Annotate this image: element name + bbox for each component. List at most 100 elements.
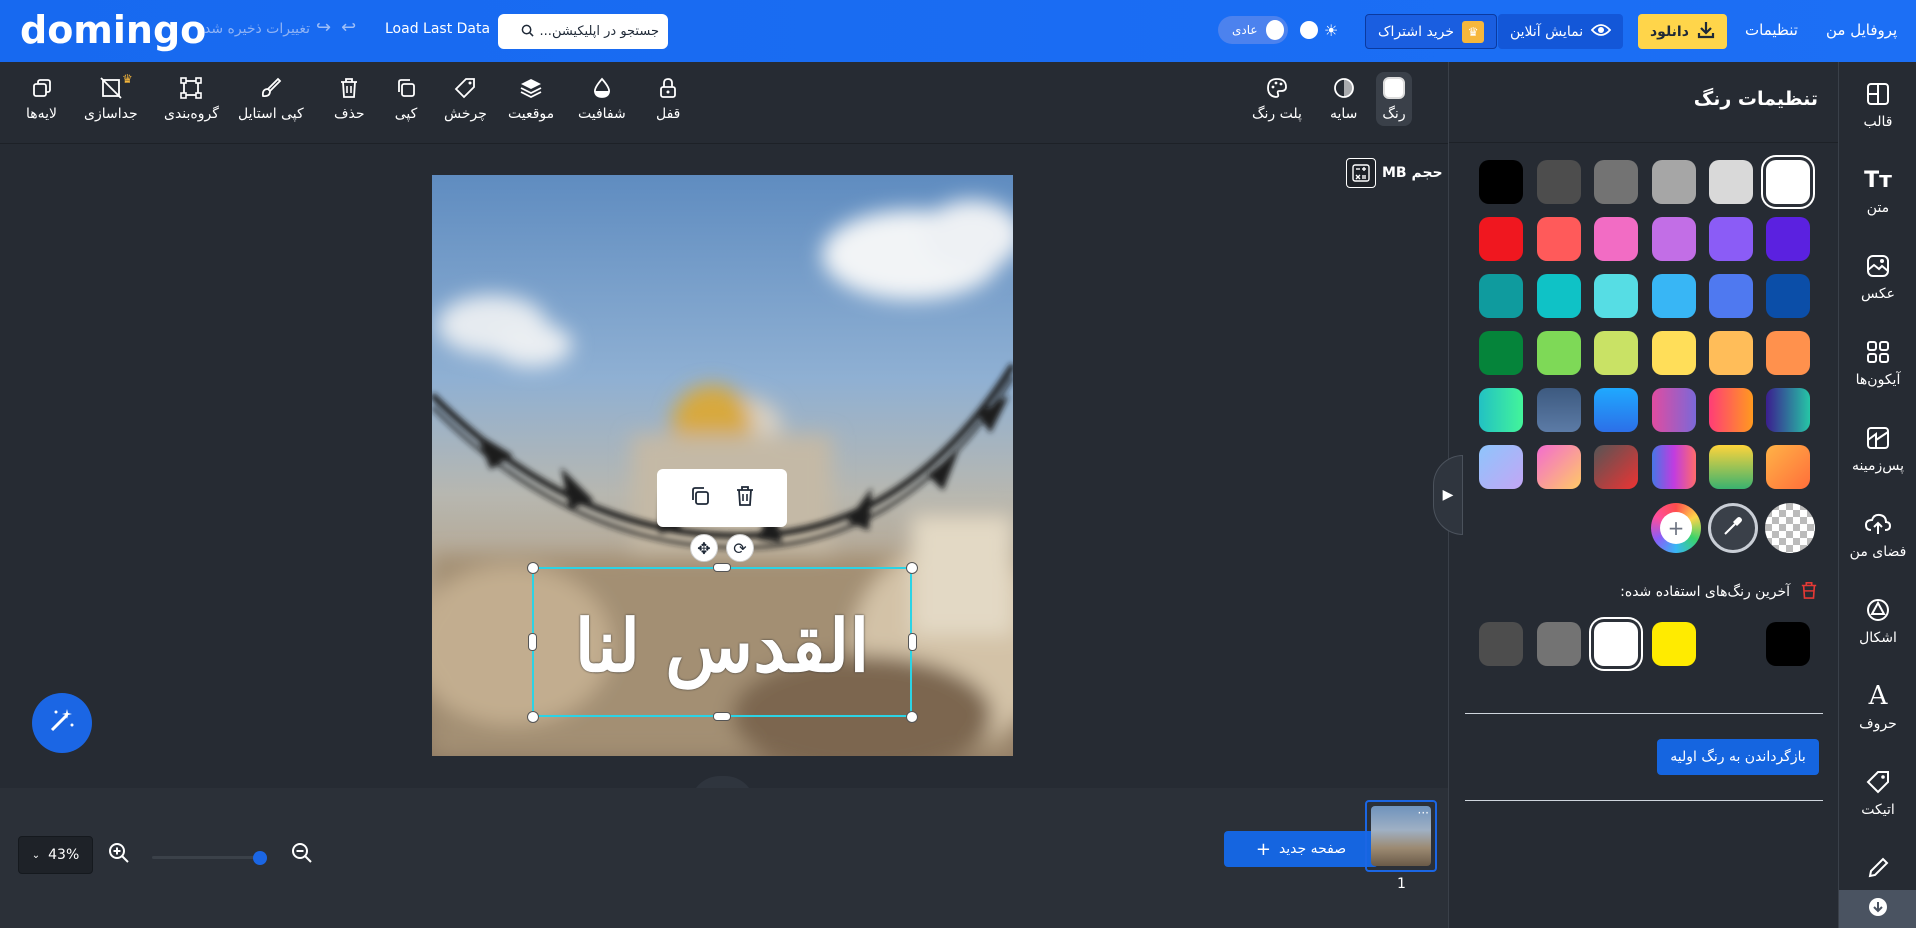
color-swatch[interactable] <box>1652 388 1696 432</box>
resize-handle-bl[interactable] <box>527 711 539 723</box>
zoom-out-icon[interactable] <box>291 842 313 870</box>
zoom-slider[interactable] <box>152 856 267 859</box>
tool-copy[interactable]: کپی <box>394 76 418 122</box>
resize-handle-top[interactable] <box>713 563 731 572</box>
zoom-in-icon[interactable] <box>108 842 130 870</box>
sidebar-item-draw[interactable] <box>1839 854 1916 882</box>
color-swatch[interactable] <box>1709 274 1753 318</box>
zoom-select[interactable]: ⌄ 43% <box>18 836 93 874</box>
tool-remove-bg[interactable]: ♛ جداسازی <box>84 72 138 122</box>
sidebar-item-image[interactable]: عکس <box>1839 252 1916 302</box>
zoom-slider-knob[interactable] <box>253 851 267 865</box>
color-swatch[interactable] <box>1537 331 1581 375</box>
mode-toggle[interactable]: عادی <box>1218 16 1288 44</box>
color-swatch[interactable] <box>1479 274 1523 318</box>
resize-handle-left[interactable] <box>528 633 537 651</box>
sidebar-item-shapes[interactable]: اشکال <box>1839 596 1916 646</box>
color-swatch[interactable] <box>1766 388 1810 432</box>
recent-color-swatch[interactable] <box>1594 622 1638 666</box>
sidebar-item-letters[interactable]: A حروف <box>1839 681 1916 732</box>
color-swatch[interactable] <box>1709 160 1753 204</box>
recent-color-swatch[interactable] <box>1537 622 1581 666</box>
color-swatch[interactable] <box>1479 445 1523 489</box>
calculator-icon[interactable] <box>1346 158 1376 188</box>
sidebar-item-icons[interactable]: آیکون‌ها <box>1839 338 1916 388</box>
color-swatch[interactable] <box>1709 217 1753 261</box>
color-swatch[interactable] <box>1479 217 1523 261</box>
special-swatch-add[interactable]: + <box>1651 503 1701 553</box>
more-options-icon[interactable]: ··· <box>1418 806 1429 820</box>
move-handle-icon[interactable]: ✥ <box>690 534 718 562</box>
redo-icon[interactable]: ↪ <box>316 17 331 38</box>
color-swatch[interactable] <box>1594 388 1638 432</box>
color-swatch[interactable] <box>1537 274 1581 318</box>
color-swatch[interactable] <box>1766 445 1810 489</box>
color-swatch[interactable] <box>1652 160 1696 204</box>
recent-color-swatch[interactable] <box>1766 622 1810 666</box>
preview-online-button[interactable]: نمایش آنلاین <box>1498 14 1624 49</box>
tool-copy-style[interactable]: کپی استایل <box>238 76 304 122</box>
color-swatch[interactable] <box>1766 217 1810 261</box>
sidebar-item-background[interactable]: پس‌زمینه <box>1839 424 1916 474</box>
resize-handle-right[interactable] <box>908 633 917 651</box>
magic-wand-button[interactable] <box>32 693 92 753</box>
tool-group[interactable]: گروه‌بندی <box>164 76 219 122</box>
tool-shadow[interactable]: سایه <box>1330 76 1357 122</box>
duplicate-icon[interactable] <box>689 485 711 512</box>
resize-handle-tl[interactable] <box>527 562 539 574</box>
color-swatch[interactable] <box>1652 331 1696 375</box>
color-swatch[interactable] <box>1537 160 1581 204</box>
recent-color-swatch[interactable] <box>1652 622 1696 666</box>
color-swatch[interactable] <box>1709 388 1753 432</box>
resize-handle-tr[interactable] <box>906 562 918 574</box>
recent-color-swatch[interactable] <box>1479 622 1523 666</box>
color-swatch[interactable] <box>1652 445 1696 489</box>
color-swatch[interactable] <box>1594 445 1638 489</box>
color-swatch[interactable] <box>1709 331 1753 375</box>
undo-icon[interactable]: ↩ <box>341 17 356 38</box>
app-logo[interactable]: domingo <box>20 8 206 52</box>
reset-color-button[interactable]: بازگرداندن به رنگ اولیه <box>1657 739 1819 775</box>
download-button[interactable]: دانلود <box>1638 14 1727 49</box>
color-swatch[interactable] <box>1652 274 1696 318</box>
color-swatch[interactable] <box>1594 217 1638 261</box>
color-swatch[interactable] <box>1537 388 1581 432</box>
new-page-button[interactable]: + صفحه جدید <box>1224 831 1378 867</box>
resize-handle-bottom[interactable] <box>713 712 731 721</box>
delete-icon[interactable] <box>735 485 755 512</box>
page-thumbnail[interactable]: ··· <box>1365 800 1437 872</box>
resize-handle-br[interactable] <box>906 711 918 723</box>
tool-layers[interactable]: لایه‌ها <box>26 76 57 122</box>
color-swatch[interactable] <box>1594 331 1638 375</box>
color-swatch[interactable] <box>1766 274 1810 318</box>
load-last-data-button[interactable]: Load Last Data <box>385 21 490 37</box>
color-swatch[interactable] <box>1479 388 1523 432</box>
color-swatch[interactable] <box>1709 445 1753 489</box>
color-swatch[interactable] <box>1479 160 1523 204</box>
tool-lock[interactable]: قفل <box>656 76 680 122</box>
clear-recent-icon[interactable] <box>1800 581 1818 603</box>
scroll-down-button[interactable] <box>1839 890 1916 928</box>
sidebar-item-text[interactable]: Tт متن <box>1839 166 1916 217</box>
selection-box[interactable] <box>532 567 912 717</box>
color-swatch[interactable] <box>1766 331 1810 375</box>
profile-link[interactable]: پروفایل من <box>1826 21 1897 39</box>
settings-link[interactable]: تنظیمات <box>1745 21 1798 39</box>
color-swatch[interactable] <box>1594 274 1638 318</box>
eyedropper-button[interactable] <box>1708 503 1758 553</box>
color-swatch[interactable] <box>1766 160 1810 204</box>
sidebar-item-tag[interactable]: اتیکت <box>1839 768 1916 818</box>
tool-palette[interactable]: پلت رنگ <box>1252 76 1302 122</box>
color-swatch[interactable] <box>1652 217 1696 261</box>
search-input[interactable]: جستجو در اپلیکیشن... <box>498 14 668 49</box>
rotate-handle-icon[interactable]: ⟳ <box>726 534 754 562</box>
color-swatch[interactable] <box>1479 331 1523 375</box>
tool-opacity[interactable]: شفافیت <box>578 76 626 122</box>
subscribe-button[interactable]: خرید اشتراک ♛ <box>1365 14 1498 49</box>
color-swatch[interactable] <box>1594 160 1638 204</box>
transparent-swatch[interactable] <box>1765 503 1815 553</box>
tool-delete[interactable]: حذف <box>334 76 365 122</box>
tool-rotate[interactable]: چرخش <box>444 76 487 122</box>
color-swatch[interactable] <box>1537 217 1581 261</box>
sidebar-item-my-space[interactable]: فضای من <box>1839 510 1916 560</box>
